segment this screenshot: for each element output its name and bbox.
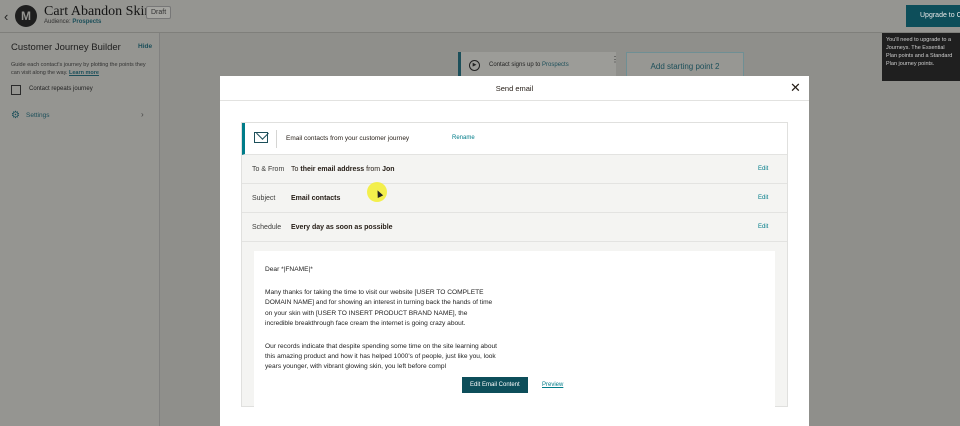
trigger-card[interactable]: ▶ Contact signs up to Prospects ⋮ xyxy=(458,52,619,79)
modal-header: Send email ✕ xyxy=(220,76,809,101)
email-body: Dear *|FNAME|* Many thanks for taking th… xyxy=(265,265,525,386)
learn-more-link[interactable]: Learn more xyxy=(69,70,99,76)
mailchimp-logo-icon: M xyxy=(15,5,37,27)
status-badge: Draft xyxy=(146,6,172,19)
email-paragraph-2: Our records indicate that despite spendi… xyxy=(265,343,498,371)
add-starting-point-button[interactable]: Add starting point 2 xyxy=(626,52,744,79)
top-bar: ‹ M Cart Abandon Skin 1 Draft Audience: … xyxy=(0,0,960,33)
from-value: Jon xyxy=(382,166,395,173)
upgrade-button[interactable]: Upgrade to Co xyxy=(906,5,960,27)
divider xyxy=(276,130,277,148)
schedule-row: Schedule Every day as soon as possible E… xyxy=(242,213,787,242)
play-icon: ▶ xyxy=(469,60,480,71)
edit-subject-link[interactable]: Edit xyxy=(758,195,768,201)
envelope-icon xyxy=(254,132,268,143)
edit-to-from-link[interactable]: Edit xyxy=(758,166,768,172)
settings-link[interactable]: Settings xyxy=(26,112,50,119)
audience-label: Audience: xyxy=(44,19,71,25)
trigger-label: Contact signs up to xyxy=(489,62,541,68)
chevron-right-icon[interactable]: › xyxy=(141,110,144,119)
edit-email-content-button[interactable]: Edit Email Content xyxy=(462,377,528,393)
email-paragraph-1: Many thanks for taking the time to visit… xyxy=(265,289,493,327)
sidebar: Customer Journey Builder Hide Guide each… xyxy=(0,33,160,426)
sidebar-title: Customer Journey Builder xyxy=(11,42,121,53)
email-settings-panel: Email contacts from your customer journe… xyxy=(241,122,788,408)
email-name: Email contacts from your customer journe… xyxy=(286,135,410,142)
preview-link[interactable]: Preview xyxy=(542,382,563,388)
repeat-journey-checkbox[interactable] xyxy=(11,85,21,95)
gear-icon[interactable]: ⚙ xyxy=(11,110,20,121)
schedule-text: Every day as soon as possible xyxy=(291,224,393,231)
schedule-label: Schedule xyxy=(252,224,282,231)
schedule-value: Every day as soon as possible xyxy=(291,224,393,231)
trigger-text: Contact signs up to Prospects xyxy=(489,62,569,68)
email-greeting: Dear *|FNAME|* xyxy=(265,266,313,273)
to-prefix: To xyxy=(291,166,299,173)
to-from-row: To & From To their email address from Jo… xyxy=(242,155,787,184)
to-value: their email address xyxy=(300,166,365,173)
audience-line: Audience: Prospects xyxy=(44,19,101,25)
rename-link[interactable]: Rename xyxy=(452,135,475,141)
repeat-journey-label: Contact repeats journey xyxy=(29,86,93,92)
send-email-modal: Send email ✕ Email contacts from your cu… xyxy=(220,76,809,426)
hide-sidebar-link[interactable]: Hide xyxy=(138,43,152,50)
trigger-audience[interactable]: Prospects xyxy=(542,62,569,68)
subject-row: Subject Email contacts Edit xyxy=(242,184,787,213)
subject-value: Email contacts xyxy=(291,195,340,202)
edit-schedule-link[interactable]: Edit xyxy=(758,224,768,230)
from-prefix: from xyxy=(366,166,381,173)
back-arrow-icon[interactable]: ‹ xyxy=(4,9,8,24)
to-from-value: To their email address from Jon xyxy=(291,166,395,173)
sidebar-description: Guide each contact's journey by plotting… xyxy=(11,61,146,77)
audience-value[interactable]: Prospects xyxy=(72,19,101,25)
subject-text: Email contacts xyxy=(291,195,341,202)
subject-label: Subject xyxy=(252,195,276,202)
modal-title: Send email xyxy=(495,84,534,93)
close-icon[interactable]: ✕ xyxy=(790,80,801,96)
email-header: Email contacts from your customer journe… xyxy=(242,123,787,155)
more-options-icon[interactable]: ⋮ xyxy=(611,55,619,64)
to-from-label: To & From xyxy=(252,166,285,173)
journey-title: Cart Abandon Skin 1 xyxy=(44,4,162,19)
upgrade-tooltip: You'll need to upgrade to a Journeys. Th… xyxy=(882,33,960,81)
